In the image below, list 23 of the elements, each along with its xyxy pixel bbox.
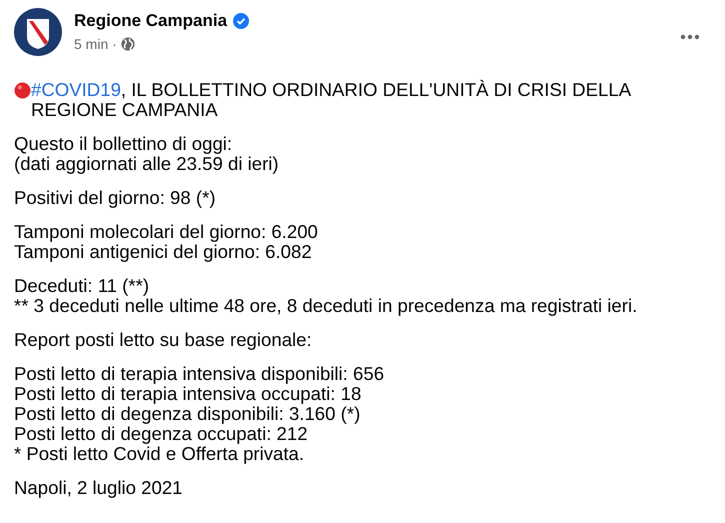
post-text-line: Napoli, 2 luglio 2021 — [14, 478, 184, 498]
post-text-line: Posti letto di degenza occupati: 212 — [14, 424, 309, 444]
post-headline: #COVID19, IL BOLLETTINO ORDINARIO DELL'UNITÀ DI CRISI DELLA REGIONE CAMPANIA — [31, 80, 632, 120]
post-text-line: (dati aggiornati alle 23.59 di ieri) — [14, 154, 280, 174]
post-time[interactable]: 5 min — [74, 36, 108, 52]
post-text-line: ** 3 deceduti nelle ultime 48 ore, 8 deceduti in precedenza ma registrati ieri. — [14, 296, 638, 316]
post-text-line: Report posti letto su base regionale: — [14, 330, 313, 350]
post-text-line: Positivi del giorno: 98 (*) — [14, 188, 217, 208]
post-text-line: Tamponi molecolari del giorno: 6.200 — [14, 222, 319, 242]
more-options-icon[interactable] — [680, 34, 700, 40]
post-text-line: Questo il bollettino di oggi: — [14, 134, 234, 154]
post-text-line: Posti letto di terapia intensiva disponibili: 656 — [14, 364, 386, 384]
post-text-line: Posti letto di terapia intensiva occupati: 18 — [14, 384, 362, 404]
separator-dot: · — [112, 36, 117, 52]
globe-icon[interactable] — [120, 37, 135, 51]
author-name[interactable]: Regione Campania — [74, 11, 228, 31]
circle-emoji-icon — [14, 82, 31, 99]
hashtag-link[interactable]: #COVID19 — [31, 79, 121, 100]
post-text-line: Tamponi antigenici del giorno: 6.082 — [14, 242, 313, 262]
avatar-shield-icon[interactable] — [14, 8, 62, 56]
post-text-line: * Posti letto Covid e Offerta privata. — [14, 444, 306, 464]
post-text-line: Deceduti: 11 (**) — [14, 276, 150, 296]
post-text-line: Posti letto di degenza disponibili: 3.160 (*) — [14, 404, 362, 424]
